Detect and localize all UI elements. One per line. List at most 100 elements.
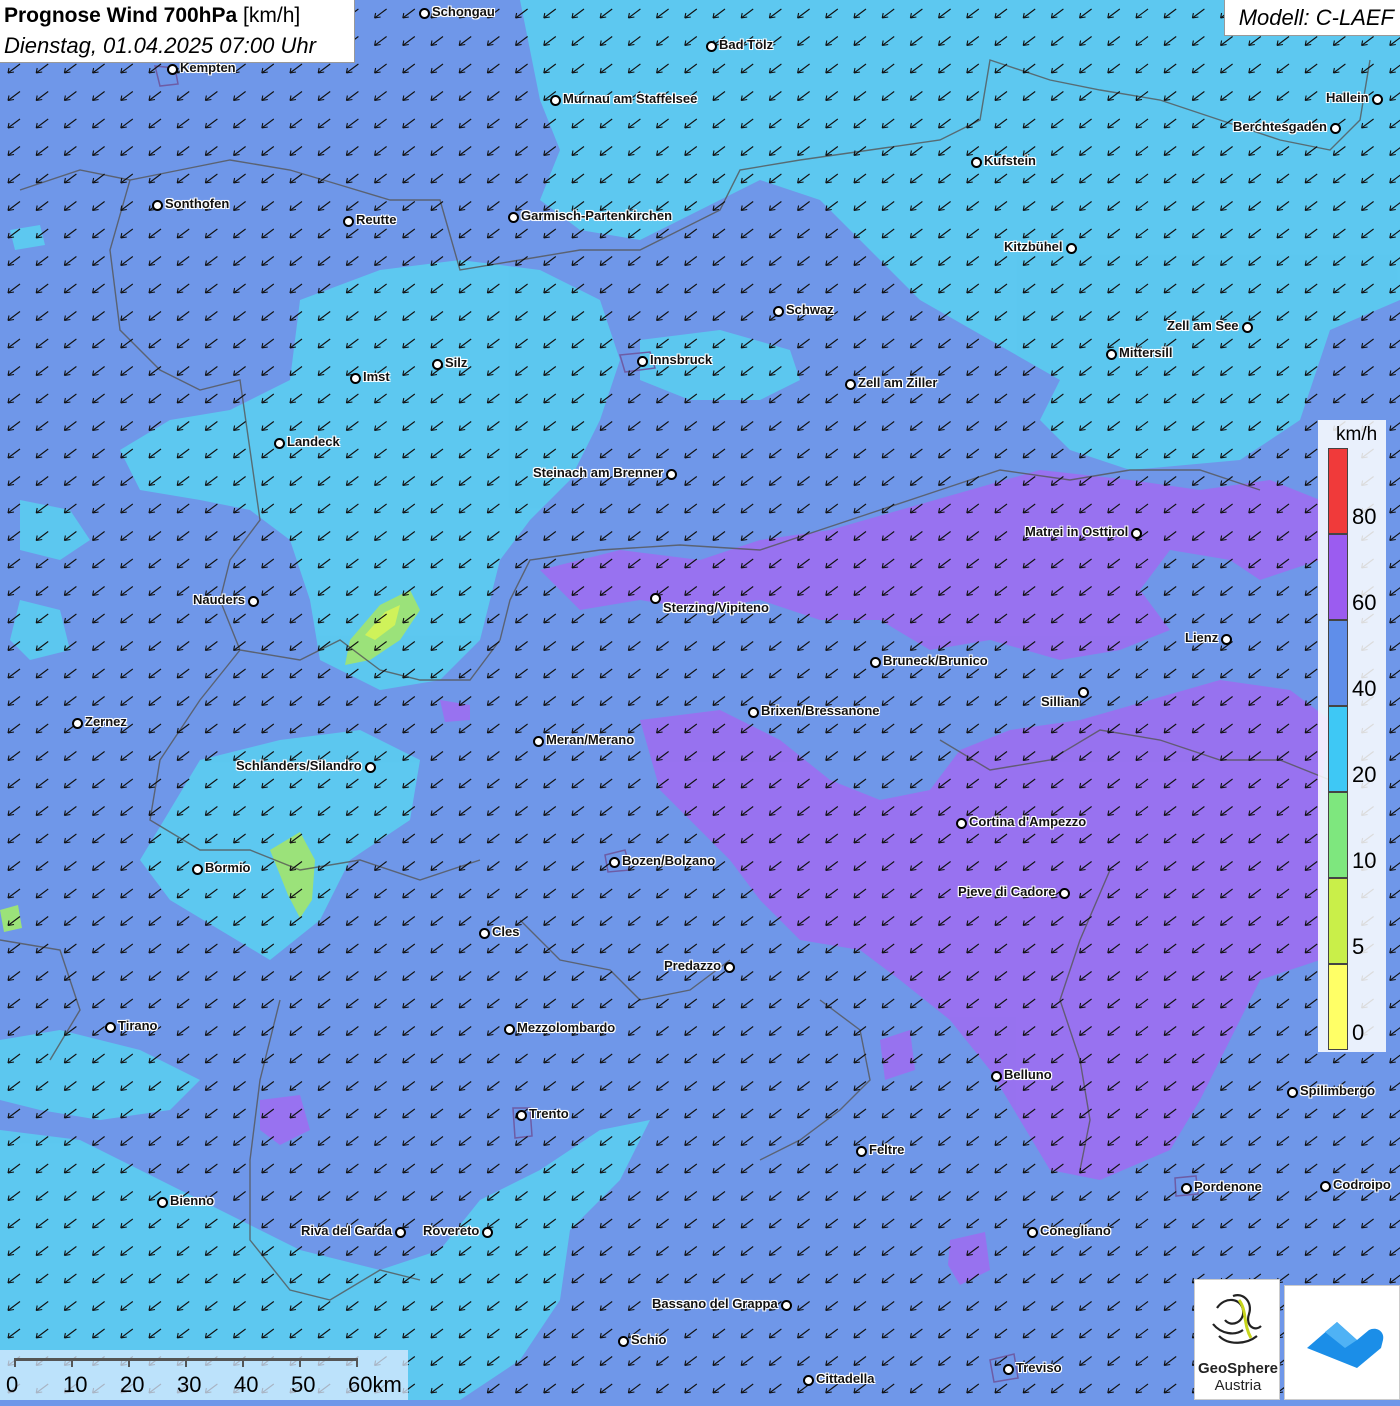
city-dot-icon: [637, 356, 648, 367]
city-label: Bruneck/Brunico: [883, 653, 988, 668]
city-label: Bienno: [170, 1193, 215, 1208]
city-dot-icon: [105, 1022, 116, 1033]
city-label: Schongau: [432, 4, 495, 19]
scale-tick: [242, 1358, 244, 1367]
city-dot-icon: [1027, 1227, 1038, 1238]
city-label: Riva del Garda: [301, 1223, 393, 1238]
city-label: Nauders: [193, 592, 246, 607]
scale-tick: [185, 1358, 187, 1367]
weather-app-logo[interactable]: [1284, 1285, 1400, 1400]
city-label: Berchtesgaden: [1233, 119, 1327, 134]
model-box: Modell: C-LAEF: [1224, 0, 1400, 36]
geosphere-logo[interactable]: GeoSphere Austria: [1194, 1279, 1280, 1400]
city-label: Matrei in Osttirol: [1025, 524, 1129, 539]
city-label: Conegliano: [1040, 1223, 1111, 1238]
city-dot-icon: [365, 762, 376, 773]
city-dot-icon: [1106, 349, 1117, 360]
city-label: Codroipo: [1333, 1177, 1391, 1192]
legend-color-segment: [1328, 620, 1348, 706]
city-label: Schlanders/Silandro: [236, 758, 362, 773]
city-dot-icon: [1003, 1364, 1014, 1375]
city-label: Imst: [363, 369, 390, 384]
legend-color-segment: [1328, 878, 1348, 964]
city-label: Cles: [492, 924, 520, 939]
city-dot-icon: [870, 657, 881, 668]
legend-tick-label: 40: [1352, 676, 1377, 701]
city-label: Treviso: [1016, 1360, 1062, 1375]
city-label: Mittersill: [1119, 345, 1173, 360]
wind-map[interactable]: Schongau Bad Tölz Kempten Murnau am Staffel…: [0, 0, 1400, 1400]
city-dot-icon: [773, 306, 784, 317]
city-label: Predazzo: [664, 958, 722, 973]
city-label: Murnau am Staffelsee: [563, 91, 698, 106]
legend-unit: km/h: [1336, 424, 1378, 445]
city-dot-icon: [419, 8, 430, 19]
geosphere-logo-line1: GeoSphere: [1197, 1360, 1279, 1377]
city-dot-icon: [618, 1336, 629, 1347]
scale-label: 10: [63, 1372, 88, 1397]
city-dot-icon: [666, 469, 677, 480]
city-dot-icon: [482, 1227, 493, 1238]
city-dot-icon: [1181, 1183, 1192, 1194]
city-label: Steinach am Brenner: [533, 465, 664, 480]
city-dot-icon: [152, 200, 163, 211]
scale-label: 50: [291, 1372, 316, 1397]
city-dot-icon: [1066, 243, 1077, 254]
city-dot-icon: [956, 818, 967, 829]
city-label: Brixen/Bressanone: [761, 703, 880, 718]
city-dot-icon: [432, 359, 443, 370]
city-label: Kitzbühel: [1004, 239, 1063, 254]
city-label: Bozen/Bolzano: [622, 853, 716, 868]
scale-tick: [71, 1358, 73, 1367]
city-label: Hallein: [1326, 90, 1369, 105]
city-dot-icon: [650, 593, 661, 604]
city-dot-icon: [192, 864, 203, 875]
city-label: Cittadella: [816, 1371, 875, 1386]
scale-bar: 0 10 20 30 40 50 60km: [0, 1350, 408, 1400]
legend-color-segment: [1328, 792, 1348, 878]
city-label: Meran/Merano: [546, 732, 635, 747]
city-label: Sterzing/Vipiteno: [663, 600, 769, 615]
legend-tick-label: 80: [1352, 504, 1377, 529]
city-label: Schwaz: [786, 302, 834, 317]
city-dot-icon: [504, 1024, 515, 1035]
city-dot-icon: [167, 64, 178, 75]
color-legend: km/h 80 60 40 20 10 5 0: [1318, 420, 1386, 1052]
legend-color-segment: [1328, 448, 1348, 534]
city-label: Trento: [529, 1106, 569, 1121]
scale-label: 60km: [348, 1372, 402, 1397]
city-dot-icon: [157, 1197, 168, 1208]
legend-tick-label: 5: [1352, 934, 1365, 959]
city-label: Zell am Ziller: [858, 375, 938, 390]
scale-label: 20: [120, 1372, 145, 1397]
city-dot-icon: [724, 962, 735, 973]
city-dot-icon: [748, 707, 759, 718]
city-label: Lienz: [1185, 630, 1219, 645]
city-label: Zernez: [85, 714, 127, 729]
city-dot-icon: [781, 1300, 792, 1311]
city-label: Sillian: [1041, 694, 1080, 709]
city-label: Cortina d'Ampezzo: [969, 814, 1087, 829]
legend-color-segment: [1328, 706, 1348, 792]
legend-tick-label: 0: [1352, 1020, 1365, 1045]
city-label: Landeck: [287, 434, 340, 449]
city-dot-icon: [343, 216, 354, 227]
map-title-box: Prognose Wind 700hPa [km/h] Dienstag, 01…: [0, 0, 355, 63]
city-dot-icon: [350, 373, 361, 384]
legend-tick-label: 60: [1352, 590, 1377, 615]
city-dot-icon: [971, 157, 982, 168]
model-label: Modell: C-LAEF: [1238, 5, 1394, 30]
city-dot-icon: [516, 1110, 527, 1121]
scale-tick: [356, 1358, 358, 1367]
city-label: Silz: [445, 355, 468, 370]
city-dot-icon: [550, 95, 561, 106]
city-dot-icon: [1320, 1181, 1331, 1192]
scale-label: 30: [177, 1372, 202, 1397]
city-dot-icon: [248, 596, 259, 607]
scale-tick: [299, 1358, 301, 1367]
city-dot-icon: [1372, 94, 1383, 105]
city-dot-icon: [1078, 687, 1089, 698]
scale-tick: [128, 1358, 130, 1367]
scale-tick: [14, 1358, 16, 1367]
cloud-arrow-icon: [1307, 1322, 1384, 1368]
